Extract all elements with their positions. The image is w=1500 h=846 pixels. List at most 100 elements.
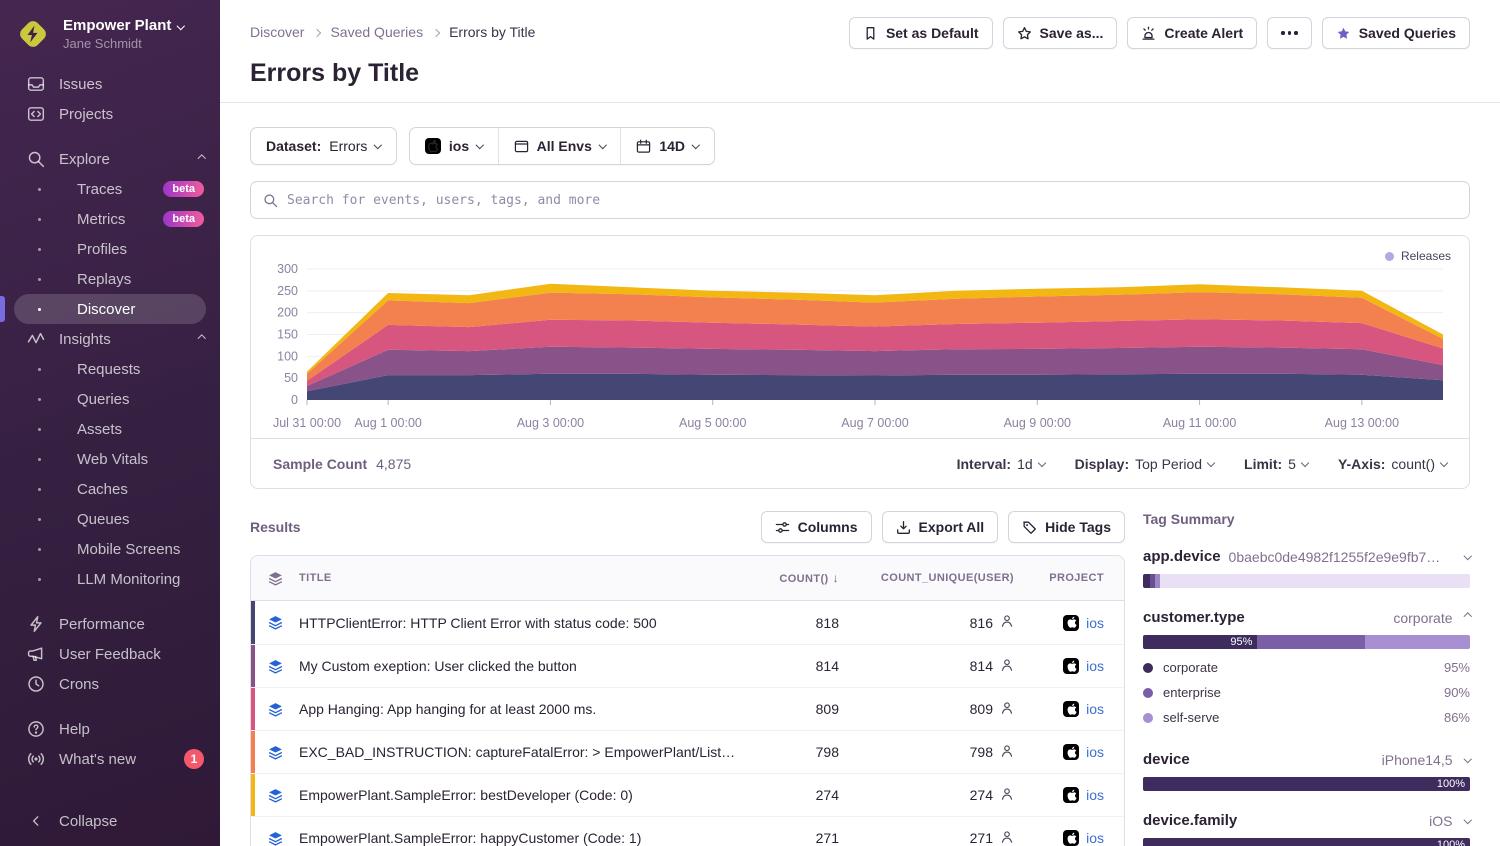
stack-icon	[251, 659, 299, 674]
tag-legend-item[interactable]: corporate 95%	[1143, 655, 1470, 680]
tag-header[interactable]: customer.type corporate	[1143, 609, 1470, 626]
project-link[interactable]: ios	[1086, 615, 1104, 631]
svg-text:Aug 5 00:00: Aug 5 00:00	[679, 416, 746, 430]
tag-section-app-device: app.device 0baebc0de4982f1255f2e9e9fb7…	[1143, 548, 1470, 588]
sidebar-item-caches[interactable]: Caches	[0, 474, 220, 504]
sidebar-item-user-feedback[interactable]: User Feedback	[0, 639, 220, 669]
count-unique-value: 271	[970, 830, 993, 846]
column-header-title[interactable]: TITLE	[299, 572, 748, 584]
tag-section-device: device iPhone14,5 100%	[1143, 751, 1470, 791]
more-button[interactable]	[1267, 17, 1312, 49]
sidebar-item-issues[interactable]: Issues	[0, 69, 220, 99]
bullet-icon	[38, 458, 41, 461]
projects-icon	[26, 105, 45, 124]
sidebar-item-projects[interactable]: Projects	[0, 99, 220, 129]
series-color-strip	[251, 817, 255, 846]
sidebar-item-whats-new[interactable]: What's new 1	[0, 744, 220, 774]
table-row[interactable]: My Custom exeption: User clicked the but…	[251, 644, 1124, 687]
sidebar-item-llm-monitoring[interactable]: LLM Monitoring	[0, 564, 220, 594]
page-header: Discover Saved Queries Errors by Title S…	[220, 0, 1500, 103]
sidebar-item-mobile-screens[interactable]: Mobile Screens	[0, 534, 220, 564]
sidebar-item-assets[interactable]: Assets	[0, 414, 220, 444]
count-value: 274	[748, 787, 853, 803]
apple-icon	[1063, 787, 1079, 803]
chevron-down-icon	[599, 141, 607, 149]
sidebar-item-queries[interactable]: Queries	[0, 384, 220, 414]
tag-legend-item[interactable]: self-serve 86%	[1143, 705, 1470, 730]
project-link[interactable]: ios	[1086, 830, 1104, 846]
error-title[interactable]: EmpowerPlant.SampleError: happyCustomer …	[299, 830, 748, 846]
results-table-header: TITLE COUNT()↓ COUNT_UNIQUE(USER) PROJEC…	[251, 556, 1124, 601]
tag-header[interactable]: app.device 0baebc0de4982f1255f2e9e9fb7…	[1143, 548, 1470, 565]
column-header-count[interactable]: COUNT()↓	[748, 571, 853, 585]
sidebar-item-web-vitals[interactable]: Web Vitals	[0, 444, 220, 474]
error-title[interactable]: My Custom exeption: User clicked the but…	[299, 658, 748, 674]
error-title[interactable]: EXC_BAD_INSTRUCTION: captureFatalError: …	[299, 744, 748, 760]
series-color-strip	[251, 601, 255, 644]
error-title[interactable]: App Hanging: App hanging for at least 20…	[299, 701, 748, 717]
stack-icon	[251, 615, 299, 630]
tag-header[interactable]: device iPhone14,5	[1143, 751, 1470, 768]
error-title[interactable]: EmpowerPlant.SampleError: bestDeveloper …	[299, 787, 748, 803]
table-row[interactable]: App Hanging: App hanging for at least 20…	[251, 687, 1124, 730]
sidebar-item-traces[interactable]: Traces beta	[0, 174, 220, 204]
tag-header[interactable]: device.family iOS	[1143, 812, 1470, 829]
display-selector[interactable]: Display: Top Period	[1075, 456, 1214, 472]
search-input[interactable]	[287, 193, 1457, 208]
table-row[interactable]: EmpowerPlant.SampleError: happyCustomer …	[251, 816, 1124, 846]
create-alert-button[interactable]: Create Alert	[1127, 17, 1257, 49]
tag-distribution-bar[interactable]: 100%	[1143, 777, 1470, 791]
table-row[interactable]: EXC_BAD_INSTRUCTION: captureFatalError: …	[251, 730, 1124, 773]
header-actions: Set as Default Save as... Create Alert S…	[849, 17, 1470, 49]
project-link[interactable]: ios	[1086, 701, 1104, 717]
sidebar-item-help[interactable]: Help	[0, 714, 220, 744]
column-header-project[interactable]: PROJECT	[1028, 572, 1124, 584]
sidebar-item-discover[interactable]: Discover	[14, 294, 206, 324]
sidebar-item-explore[interactable]: Explore	[0, 144, 220, 174]
search-bar	[250, 181, 1470, 219]
breadcrumb-discover[interactable]: Discover	[250, 24, 304, 40]
environment-filter[interactable]: All Envs	[498, 128, 621, 164]
breadcrumb-saved-queries[interactable]: Saved Queries	[330, 24, 423, 40]
interval-selector[interactable]: Interval: 1d	[957, 456, 1045, 472]
stacked-area-chart[interactable]: 050100150200250300Jul 31 00:00Aug 1 00:0…	[251, 236, 1469, 438]
save-as-button[interactable]: Save as...	[1003, 17, 1118, 49]
sidebar-item-profiles[interactable]: Profiles	[0, 234, 220, 264]
sidebar-item-metrics[interactable]: Metrics beta	[0, 204, 220, 234]
tag-section-customer-type: customer.type corporate 95% corporate 95…	[1143, 609, 1470, 730]
series-color-strip	[251, 645, 255, 687]
column-header-count-unique[interactable]: COUNT_UNIQUE(USER)	[853, 572, 1028, 584]
hide-tags-button[interactable]: Hide Tags	[1008, 511, 1125, 543]
sidebar-item-performance[interactable]: Performance	[0, 609, 220, 639]
chevron-down-icon	[1301, 458, 1309, 466]
sidebar-collapse-button[interactable]: Collapse	[0, 806, 220, 836]
org-switcher[interactable]: Empower Plant Jane Schmidt	[0, 0, 220, 69]
sidebar-item-replays[interactable]: Replays	[0, 264, 220, 294]
limit-selector[interactable]: Limit: 5	[1244, 456, 1308, 472]
sidebar-item-crons[interactable]: Crons	[0, 669, 220, 699]
insights-icon	[26, 330, 45, 349]
chart-legend[interactable]: Releases	[1385, 249, 1451, 263]
saved-queries-button[interactable]: Saved Queries	[1322, 17, 1470, 49]
set-as-default-button[interactable]: Set as Default	[849, 17, 993, 49]
date-range-filter[interactable]: 14D	[620, 128, 713, 164]
svg-text:150: 150	[277, 328, 298, 342]
export-all-button[interactable]: Export All	[882, 511, 999, 543]
project-link[interactable]: ios	[1086, 658, 1104, 674]
columns-button[interactable]: Columns	[761, 511, 872, 543]
sidebar-item-requests[interactable]: Requests	[0, 354, 220, 384]
table-row[interactable]: HTTPClientError: HTTP Client Error with …	[251, 601, 1124, 644]
tag-distribution-bar[interactable]: 100%	[1143, 838, 1470, 846]
yaxis-selector[interactable]: Y-Axis: count()	[1338, 456, 1447, 472]
sidebar-item-queues[interactable]: Queues	[0, 504, 220, 534]
tag-distribution-bar[interactable]	[1143, 574, 1470, 588]
tag-distribution-bar[interactable]: 95%	[1143, 635, 1470, 649]
project-link[interactable]: ios	[1086, 787, 1104, 803]
table-row[interactable]: EmpowerPlant.SampleError: bestDeveloper …	[251, 773, 1124, 816]
sidebar-item-insights[interactable]: Insights	[0, 324, 220, 354]
tag-legend-item[interactable]: enterprise 90%	[1143, 680, 1470, 705]
dataset-selector[interactable]: Dataset: Errors	[250, 127, 397, 165]
project-link[interactable]: ios	[1086, 744, 1104, 760]
project-filter[interactable]: ios	[410, 128, 498, 164]
error-title[interactable]: HTTPClientError: HTTP Client Error with …	[299, 615, 748, 631]
